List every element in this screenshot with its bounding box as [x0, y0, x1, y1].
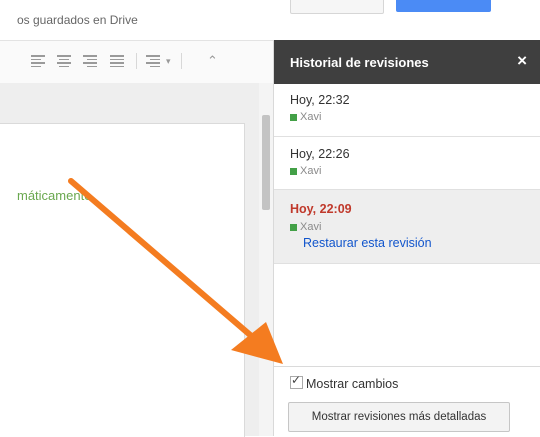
toolbar-divider	[136, 53, 137, 69]
scrollbar-thumb[interactable]	[262, 115, 270, 210]
line-spacing-icon[interactable]	[146, 55, 160, 67]
toolbar-divider	[181, 53, 182, 69]
close-icon[interactable]: ×	[517, 51, 527, 71]
comments-button[interactable]	[290, 0, 384, 14]
show-detailed-revisions-button[interactable]: Mostrar revisiones más detalladas	[288, 402, 510, 432]
align-left-icon[interactable]	[31, 55, 45, 67]
chevron-down-icon[interactable]: ▾	[166, 56, 171, 67]
revision-item[interactable]: Hoy, 22:32 Xavi	[274, 84, 540, 137]
restore-revision-link[interactable]: Restaurar esta revisión	[303, 236, 432, 250]
revision-history-panel: Historial de revisiones × Hoy, 22:32 Xav…	[273, 40, 540, 437]
document-canvas	[0, 83, 259, 437]
panel-header: Historial de revisiones ×	[274, 40, 540, 84]
revision-author: Xavi	[290, 221, 321, 233]
author-color-swatch	[290, 223, 297, 231]
collapse-icon[interactable]: ⌃	[207, 53, 218, 69]
align-right-icon[interactable]	[83, 55, 97, 67]
author-color-swatch	[290, 113, 297, 121]
panel-footer: Mostrar cambios Mostrar revisiones más d…	[274, 366, 540, 437]
formatting-toolbar: ▾ ⌃	[0, 40, 273, 84]
revision-author: Xavi	[290, 165, 321, 177]
align-center-icon[interactable]	[57, 55, 71, 67]
top-bar: os guardados en Drive	[0, 0, 540, 40]
revision-time: Hoy, 22:09	[290, 202, 352, 216]
show-changes-label: Mostrar cambios	[306, 377, 399, 391]
revision-item-selected[interactable]: Hoy, 22:09 Xavi Restaurar esta revisión	[274, 190, 540, 264]
checkbox-checked-icon[interactable]	[290, 373, 303, 389]
document-page[interactable]	[0, 123, 245, 437]
document-scrollbar[interactable]	[259, 83, 273, 436]
revision-time: Hoy, 22:32	[290, 93, 350, 107]
author-color-swatch	[290, 167, 297, 175]
revision-time: Hoy, 22:26	[290, 147, 350, 161]
share-button[interactable]	[396, 0, 491, 12]
document-text: máticamente.	[17, 188, 96, 203]
revision-item[interactable]: Hoy, 22:26 Xavi	[274, 137, 540, 190]
panel-title: Historial de revisiones	[290, 55, 429, 70]
show-changes-checkbox[interactable]: Mostrar cambios	[290, 373, 399, 391]
saved-status-text: os guardados en Drive	[17, 13, 138, 27]
align-justify-icon[interactable]	[110, 55, 124, 67]
revision-author: Xavi	[290, 111, 321, 123]
